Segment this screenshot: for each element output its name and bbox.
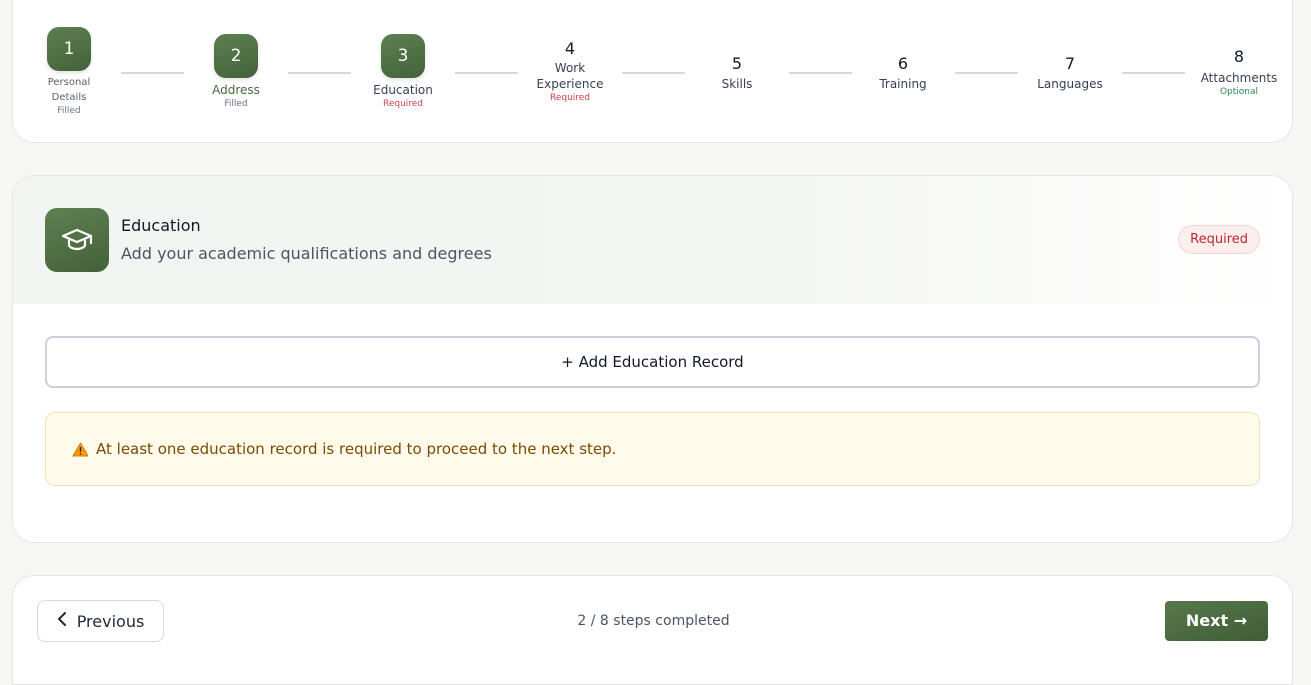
step-personal-details[interactable]: 1 Personal Details Filled	[14, 27, 124, 117]
step-title: Experience	[536, 77, 604, 91]
step-title: Address	[212, 83, 260, 97]
step-status: Filled	[224, 99, 248, 109]
step-attachments[interactable]: 8 Attachments Optional	[1184, 47, 1294, 98]
warning-alert: At least one education record is require…	[45, 412, 1260, 486]
step-connector	[288, 72, 351, 74]
required-badge: Required	[1178, 225, 1260, 254]
warning-icon	[72, 442, 89, 461]
step-number: 5	[731, 54, 743, 73]
step-connector	[789, 72, 852, 74]
step-title: Personal	[47, 77, 91, 88]
step-connector	[121, 72, 184, 74]
step-badge: 2	[214, 34, 258, 78]
next-button[interactable]: Next →	[1165, 601, 1268, 641]
section-title: Education	[121, 216, 201, 235]
step-languages[interactable]: 7 Languages	[1015, 54, 1125, 92]
add-education-record-button[interactable]: + Add Education Record	[45, 336, 1260, 388]
step-title: Languages	[1037, 77, 1103, 91]
step-number: 7	[1064, 54, 1076, 73]
section-subtitle: Add your academic qualifications and deg…	[121, 244, 492, 263]
step-education[interactable]: 3 Education Required	[348, 34, 458, 110]
step-number: 6	[897, 54, 909, 73]
step-status: Filled	[57, 106, 81, 116]
step-title: Details	[51, 92, 87, 103]
step-skills[interactable]: 5 Skills	[682, 54, 792, 92]
step-badge: 1	[47, 27, 91, 71]
step-status: Required	[382, 99, 424, 109]
step-training[interactable]: 6 Training	[848, 54, 958, 92]
step-connector	[1122, 72, 1185, 74]
step-number: 8	[1233, 47, 1245, 66]
step-title: Training	[879, 77, 927, 91]
education-section: Education Add your academic qualificatio…	[12, 175, 1293, 543]
step-connector	[955, 72, 1018, 74]
stepper-card: 1 Personal Details Filled 2 Address Fill…	[12, 0, 1293, 143]
step-title: Attachments	[1200, 71, 1278, 85]
step-work-experience[interactable]: 4 Work Experience Required	[515, 39, 625, 104]
steps-progress-text: 2 / 8 steps completed	[577, 613, 730, 629]
navigation-footer: Previous 2 / 8 steps completed Next →	[12, 575, 1293, 685]
section-header: Education Add your academic qualificatio…	[13, 176, 1292, 304]
step-connector	[622, 72, 685, 74]
step-connector	[455, 72, 518, 74]
step-status: Required	[549, 93, 591, 103]
step-title: Work	[554, 61, 586, 75]
step-number: 4	[564, 39, 576, 58]
graduation-cap-icon	[45, 208, 109, 272]
step-title: Education	[373, 83, 433, 97]
warning-text: At least one education record is require…	[96, 440, 617, 458]
step-badge: 3	[381, 34, 425, 78]
step-status: Optional	[1219, 87, 1259, 97]
step-title: Skills	[721, 77, 753, 91]
step-address[interactable]: 2 Address Filled	[181, 34, 291, 110]
